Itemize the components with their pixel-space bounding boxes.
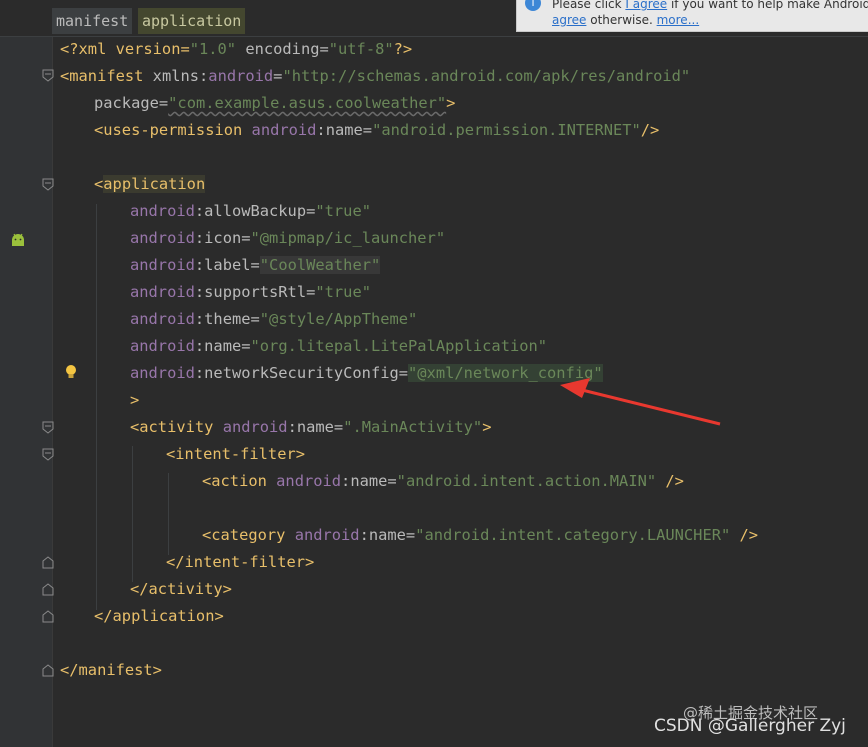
annotation-arrow bbox=[560, 378, 721, 426]
watermark-csdn: CSDN @Gallergher Zyj bbox=[654, 716, 846, 736]
